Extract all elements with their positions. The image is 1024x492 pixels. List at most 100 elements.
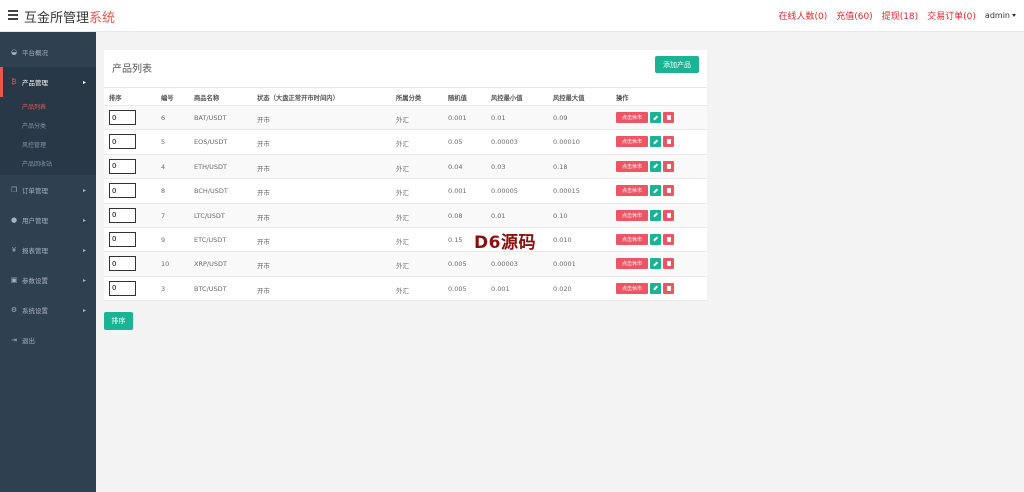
close-market-button[interactable]: 点击休市 <box>616 233 648 245</box>
sign-out-icon: ⇥ <box>11 336 17 344</box>
watermark-text: D6源码 <box>474 233 536 253</box>
sort-order-input[interactable] <box>109 207 136 223</box>
cell-id: 7 <box>161 211 166 220</box>
cell-status: 开市 <box>257 140 270 149</box>
row-actions: 点击休市 <box>616 282 674 294</box>
col-category: 所属分类 <box>396 95 422 102</box>
close-market-button[interactable]: 点击休市 <box>616 209 648 221</box>
cell-min: 0.00003 <box>491 138 518 147</box>
sidebar-item-params[interactable]: ▣ 参数设置 ▸ <box>0 265 96 295</box>
close-market-button[interactable]: 点击休市 <box>616 185 648 197</box>
cell-category: 外汇 <box>396 213 409 222</box>
pencil-icon[interactable] <box>650 209 661 221</box>
recharge-link[interactable]: 充值(60) <box>836 9 872 22</box>
sidebar-item-label: 产品管理 <box>22 79 48 87</box>
cell-random: 0.04 <box>448 162 463 171</box>
user-menu[interactable]: admin <box>985 11 1016 20</box>
pencil-icon[interactable] <box>650 233 661 245</box>
sidebar-item-logout[interactable]: ⇥ 退出 <box>0 325 96 355</box>
pencil-icon[interactable] <box>650 136 661 148</box>
submenu-product-category[interactable]: 产品分类 <box>0 116 96 135</box>
cell-id: 6 <box>161 114 166 122</box>
trash-icon[interactable] <box>663 209 674 221</box>
add-product-button[interactable]: 添加产品 <box>655 56 699 73</box>
row-actions: 点击休市 <box>616 136 674 148</box>
sidebar-item-products[interactable]: ₿ 产品管理 ▸ <box>0 67 96 97</box>
cell-category: 外汇 <box>396 140 409 149</box>
trash-icon[interactable] <box>663 282 674 294</box>
table-header: 排序 编号 商品名称 状态（大盘正常开市时间内） 所属分类 随机值 风控最小值 … <box>104 87 707 106</box>
cell-status: 开市 <box>257 189 270 198</box>
trash-icon[interactable] <box>663 185 674 197</box>
sort-order-input[interactable] <box>109 158 136 174</box>
pencil-icon[interactable] <box>650 160 661 172</box>
col-sort: 排序 <box>109 95 122 102</box>
online-count-link[interactable]: 在线人数(0) <box>778 9 827 22</box>
cell-name: BAT/USDT <box>194 114 227 122</box>
cell-status: 开市 <box>257 164 270 173</box>
pencil-icon[interactable] <box>650 112 661 123</box>
withdraw-link[interactable]: 提现(18) <box>882 9 918 22</box>
sidebar-item-label: 参数设置 <box>22 277 48 285</box>
cell-name: ETH/USDT <box>194 162 228 171</box>
sidebar-item-users[interactable]: ● 用户管理 ▸ <box>0 205 96 235</box>
cell-category: 外汇 <box>396 237 409 246</box>
trash-icon[interactable] <box>663 136 674 148</box>
sidebar-item-label: 系统设置 <box>22 307 48 315</box>
pencil-icon[interactable] <box>650 185 661 197</box>
cell-random: 0.005 <box>448 284 467 293</box>
sort-order-input[interactable] <box>109 280 136 296</box>
chevron-down-icon <box>1012 14 1016 17</box>
yen-icon: ¥ <box>11 246 17 254</box>
sidebar-item-orders[interactable]: ❐ 订单管理 ▸ <box>0 175 96 205</box>
sidebar-item-system[interactable]: ⚙ 系统设置 ▸ <box>0 295 96 325</box>
dashboard-icon: ◒ <box>10 48 18 56</box>
sidebar-item-label: 报表管理 <box>22 247 48 255</box>
sort-order-input[interactable] <box>109 231 136 247</box>
orders-link[interactable]: 交易订单(0) <box>927 9 976 22</box>
pencil-icon[interactable] <box>650 258 661 270</box>
row-actions: 点击休市 <box>616 209 674 221</box>
sidebar-item-overview[interactable]: ◒ 平台概况 <box>0 37 96 67</box>
close-market-button[interactable]: 点击休市 <box>616 282 648 294</box>
close-market-button[interactable]: 点击休市 <box>616 258 648 270</box>
menu-toggle-icon[interactable] <box>8 10 18 20</box>
sort-order-input[interactable] <box>109 110 136 125</box>
top-navbar: 互金所管理系统 在线人数(0) 充值(60) 提现(18) 交易订单(0) ad… <box>0 0 1024 32</box>
cell-id: 10 <box>161 260 170 269</box>
cell-name: BTC/USDT <box>194 284 227 293</box>
submenu-risk-control[interactable]: 风控管理 <box>0 135 96 154</box>
close-market-button[interactable]: 点击休市 <box>616 160 648 172</box>
col-id: 编号 <box>161 95 174 102</box>
trash-icon[interactable] <box>663 112 674 123</box>
cell-max: 0.00015 <box>553 187 580 196</box>
close-market-button[interactable]: 点击休市 <box>616 112 648 123</box>
cell-random: 0.15 <box>448 235 463 244</box>
sort-order-input[interactable] <box>109 183 136 199</box>
sort-order-input[interactable] <box>109 256 136 272</box>
sort-button[interactable]: 排序 <box>104 312 133 330</box>
trash-icon[interactable] <box>663 233 674 245</box>
row-actions: 点击休市 <box>616 258 674 270</box>
cell-min: 0.00005 <box>491 187 518 196</box>
cell-random: 0.05 <box>448 138 463 147</box>
cell-min: 0.03 <box>491 162 506 171</box>
submenu-product-recycle[interactable]: 产品回收站 <box>0 154 96 173</box>
cell-min: 0.01 <box>491 211 506 220</box>
row-actions: 点击休市 <box>616 112 674 123</box>
sort-order-input[interactable] <box>109 134 136 150</box>
product-list-panel: 产品列表 添加产品 排序 编号 商品名称 状态（大盘正常开市时间内） 所属分类 … <box>104 50 707 302</box>
sidebar: ◒ 平台概况 ₿ 产品管理 ▸ 产品列表 产品分类 风控管理 产品回收站 ❐ 订… <box>0 32 96 492</box>
table-row: 8 BCH/USDT 开市 外汇 0.001 0.00005 0.00015 点击休市 <box>104 179 707 204</box>
chevron-right-icon: ▸ <box>82 216 86 224</box>
trash-icon[interactable] <box>663 160 674 172</box>
copy-icon: ❐ <box>10 186 18 194</box>
sidebar-item-reports[interactable]: ¥ 报表管理 ▸ <box>0 235 96 265</box>
cell-max: 0.00010 <box>553 138 580 147</box>
sidebar-item-label: 平台概况 <box>22 49 48 57</box>
trash-icon[interactable] <box>663 258 674 270</box>
pencil-icon[interactable] <box>650 282 661 294</box>
brand-main: 互金所管理 <box>24 11 90 26</box>
close-market-button[interactable]: 点击休市 <box>616 136 648 148</box>
submenu-product-list[interactable]: 产品列表 <box>0 97 96 116</box>
